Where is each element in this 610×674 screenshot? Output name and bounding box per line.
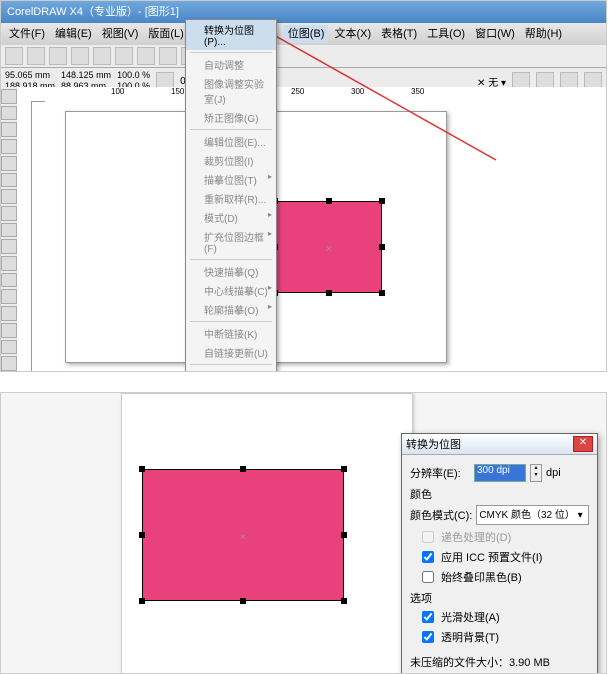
menu-text[interactable]: 文本(X) [330,25,375,43]
center-marker-icon: × [326,244,332,255]
convert-to-bitmap-dialog: 转换为位图 ✕ 分辨率(E): 300 dpi ▴▾ dpi 颜色 颜色模式(C… [401,433,598,674]
freehand-tool-icon[interactable] [1,156,17,171]
horizontal-ruler: 100 150 200 250 300 350 [31,87,606,102]
selected-rectangle-bottom[interactable]: × [142,469,344,601]
shape-tool-icon[interactable] [1,106,17,121]
paste-icon[interactable] [137,47,155,65]
menu-crop-bitmap[interactable]: 裁剪位图(I) [186,151,276,170]
canvas-bottom[interactable]: × 转换为位图 ✕ 分辨率(E): 300 dpi ▴▾ [1,393,606,673]
color-section-label: 颜色 [410,486,589,502]
antialias-checkbox[interactable]: 光滑处理(A) [418,608,589,626]
interactive-tool-icon[interactable] [1,289,17,304]
table-tool-icon[interactable] [1,273,17,288]
menu-file[interactable]: 文件(F) [5,25,49,43]
menu-tools[interactable]: 工具(O) [423,25,469,43]
handle-tr[interactable] [379,198,385,204]
menu-table[interactable]: 表格(T) [377,25,421,43]
color-mode-label: 颜色模式(C): [410,507,472,523]
toolbox [1,87,17,371]
options-section-label: 选项 [410,590,589,606]
menu-3d-effects[interactable]: 三维效果(3)▸ [186,367,276,372]
menu-convert-to-bitmap[interactable]: 转换为位图(P)... [186,20,276,50]
title-bar: CorelDRAW X4（专业版）- [图形1] [1,1,606,23]
bottom-screenshot: × 转换为位图 ✕ 分辨率(E): 300 dpi ▴▾ [0,392,607,674]
copy-icon[interactable] [115,47,133,65]
menu-bitmap[interactable]: 位图(B) [284,25,329,43]
handle-br[interactable] [379,290,385,296]
smart-tool-icon[interactable] [1,173,17,188]
menu-window[interactable]: 窗口(W) [471,25,519,43]
handle-bc[interactable] [240,598,246,604]
outline-tool-icon[interactable] [1,323,17,338]
vertical-ruler [17,87,32,371]
color-mode-select[interactable]: CMYK 颜色（32 位） ▾ [476,505,589,525]
menu-centerline-trace[interactable]: 中心线描摹(C)▸ [186,281,276,300]
handle-mr[interactable] [379,244,385,250]
polygon-tool-icon[interactable] [1,223,17,238]
print-icon[interactable] [71,47,89,65]
transparent-bg-checkbox[interactable]: 透明背景(T) [418,628,589,646]
menu-resample[interactable]: 重新取样(R)... [186,189,276,208]
pick-tool-icon[interactable] [1,89,17,104]
menu-break-link[interactable]: 中断链接(K) [186,324,276,343]
interactive-fill-tool-icon[interactable] [1,356,17,371]
undo-icon[interactable] [159,47,177,65]
menu-mode[interactable]: 模式(D)▸ [186,208,276,227]
eyedropper-tool-icon[interactable] [1,306,17,321]
crop-tool-icon[interactable] [1,122,17,137]
new-icon[interactable] [5,47,23,65]
menu-edit[interactable]: 编辑(E) [51,25,96,43]
text-tool-icon[interactable] [1,256,17,271]
menu-update-link[interactable]: 自链接更新(U) [186,343,276,362]
save-icon[interactable] [49,47,67,65]
handle-br[interactable] [341,598,347,604]
center-marker-icon: × [240,532,246,543]
dialog-titlebar[interactable]: 转换为位图 ✕ [402,434,597,455]
menu-auto-adjust[interactable]: 自动调整 [186,55,276,74]
menu-bar: 文件(F) 编辑(E) 视图(V) 版面(L) 排列(A) 效果(C) 位图(B… [1,23,606,45]
selected-rectangle[interactable]: × [275,201,382,293]
handle-bl[interactable] [139,598,145,604]
resolution-spinner[interactable]: ▴▾ [530,464,542,482]
resolution-label: 分辨率(E): [410,465,470,481]
icc-checkbox[interactable]: 应用 ICC 预置文件(I) [418,548,589,566]
page-bottom: × [121,393,413,674]
handle-ml[interactable] [139,532,145,538]
open-icon[interactable] [27,47,45,65]
zoom-tool-icon[interactable] [1,139,17,154]
fill-tool-icon[interactable] [1,340,17,355]
top-screenshot: CorelDRAW X4（专业版）- [图形1] 文件(F) 编辑(E) 视图(… [0,0,607,372]
file-size-label: 未压缩的文件大小：3.90 MB [410,654,589,670]
resolution-input[interactable]: 300 dpi [474,464,526,482]
menu-edit-bitmap[interactable]: 编辑位图(E)... [186,132,276,151]
ellipse-tool-icon[interactable] [1,206,17,221]
dialog-title: 转换为位图 [406,436,461,452]
menu-trace-bitmap[interactable]: 描摹位图(T)▸ [186,170,276,189]
cut-icon[interactable] [93,47,111,65]
menu-image-lab[interactable]: 图像调整实验室(J) [186,74,276,108]
standard-toolbar [1,45,606,68]
app-title: CorelDRAW X4（专业版）- [图形1] [7,6,179,18]
close-icon[interactable]: ✕ [573,436,593,452]
bitmap-menu-dropdown: 转换为位图(P)... 自动调整 图像调整实验室(J) 矫正图像(G) 编辑位图… [185,19,277,372]
overprint-black-checkbox[interactable]: 始终叠印黑色(B) [418,568,589,586]
dither-checkbox[interactable]: 递色处理的(D) [418,528,589,546]
resolution-unit: dpi [546,467,561,479]
menu-view[interactable]: 视图(V) [98,25,143,43]
menu-help[interactable]: 帮助(H) [521,25,566,43]
handle-tl[interactable] [139,466,145,472]
basic-shapes-tool-icon[interactable] [1,239,17,254]
handle-mr[interactable] [341,532,347,538]
canvas[interactable]: × [45,101,606,371]
handle-tc[interactable] [240,466,246,472]
menu-inflate[interactable]: 扩充位图边框(F)▸ [186,227,276,257]
menu-outline-trace[interactable]: 轮廓描摹(O)▸ [186,300,276,319]
menu-straighten[interactable]: 矫正图像(G) [186,108,276,127]
menu-layout[interactable]: 版面(L) [144,25,187,43]
handle-bc[interactable] [326,290,332,296]
menu-quick-trace[interactable]: 快速描摹(Q) [186,262,276,281]
handle-tr[interactable] [341,466,347,472]
handle-tc[interactable] [326,198,332,204]
rectangle-tool-icon[interactable] [1,189,17,204]
